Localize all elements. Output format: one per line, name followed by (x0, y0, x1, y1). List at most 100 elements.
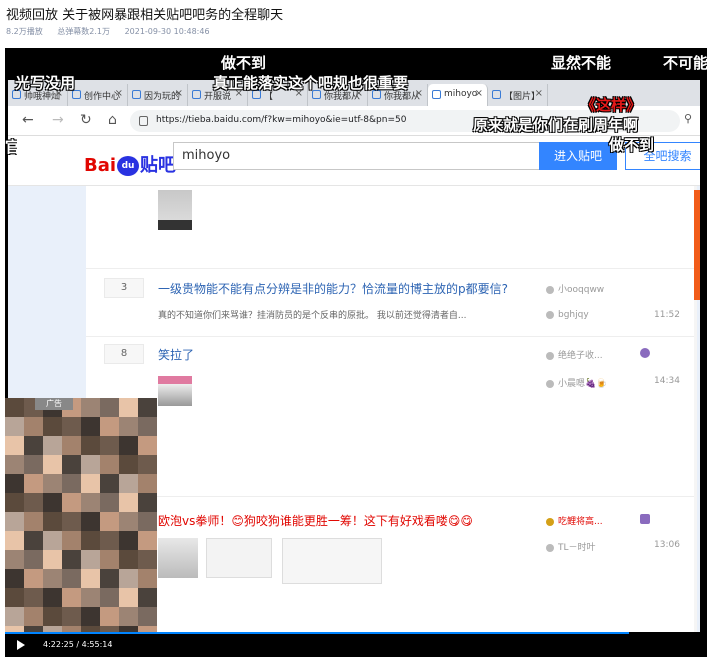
home-icon[interactable]: ⌂ (108, 112, 117, 128)
post-thumbnail[interactable] (158, 376, 192, 384)
danmaku-count: 总弹幕数2.1万 (57, 27, 111, 36)
post-author[interactable]: 小ooqqww (546, 282, 604, 295)
tieba-logo[interactable]: Bai du 贴吧 (84, 151, 176, 177)
mosaic-cell (100, 398, 119, 417)
video-meta: 8.2万播放 总弹幕数2.1万 2021-09-30 10:48:46 (6, 26, 222, 37)
post-title[interactable]: 一级贵物能不能有点分辨是非的能力？恰流量的博主放的p都要信? (158, 280, 508, 297)
mosaic-cell (138, 436, 157, 455)
mosaic-cell (62, 493, 81, 512)
user-icon (546, 517, 554, 526)
reload-icon[interactable]: ↻ (80, 112, 92, 128)
post-thumbnail[interactable] (282, 538, 382, 584)
mosaic-cell (43, 493, 62, 512)
zoom-icon[interactable]: ⚲ (684, 112, 692, 125)
mosaic-cell (138, 531, 157, 550)
mosaic-cell (138, 474, 157, 493)
mosaic-cell (24, 474, 43, 493)
browser-tab-active[interactable]: mihoyo × (428, 84, 488, 106)
member-badge-icon (640, 514, 650, 524)
post-thumbnail[interactable] (206, 538, 272, 578)
close-icon[interactable]: × (115, 88, 123, 99)
close-icon[interactable]: × (175, 88, 183, 99)
tab-favicon-icon (432, 90, 441, 99)
danmaku-comment: 显然不能 (551, 54, 612, 72)
mosaic-cell (138, 569, 157, 588)
mosaic-cell (5, 607, 24, 626)
mosaic-cell (62, 569, 81, 588)
mosaic-cell (24, 512, 43, 531)
post-thumbnail[interactable] (158, 538, 198, 578)
mosaic-cell (43, 474, 62, 493)
mosaic-cell (100, 588, 119, 607)
tab-favicon-icon (132, 90, 141, 99)
reply-icon (546, 379, 554, 388)
last-reply-user[interactable]: bghjqy (546, 310, 589, 320)
mosaic-cell (119, 474, 138, 493)
mosaic-cell (62, 531, 81, 550)
post-abstract: 真的不知道你们来骂谁？挂消防员的是个反串的原批。 我以前还觉得清者自... (158, 311, 467, 321)
video-title: 视频回放 关于被网暴跟相关贴吧吧务的全程聊天 (6, 8, 284, 23)
mosaic-cell (24, 436, 43, 455)
post-author[interactable]: 绝绝子收... (546, 348, 603, 361)
reply-count: 8 (104, 344, 144, 364)
divider (86, 268, 694, 269)
mosaic-cell (138, 550, 157, 569)
tab-favicon-icon (492, 90, 501, 99)
mosaic-cell (43, 512, 62, 531)
close-icon[interactable]: × (415, 88, 423, 99)
post-author[interactable]: 吃鲤将高... (546, 514, 603, 527)
post-title[interactable]: 欧泡vs拳师！😊狗咬狗谁能更胜一筹！这下有好戏看喽😋😋 (158, 512, 473, 529)
mosaic-cell (81, 588, 100, 607)
view-count: 8.2万播放 (6, 27, 43, 36)
mosaic-cell (100, 455, 119, 474)
mosaic-cell (24, 588, 43, 607)
mosaic-cell (24, 531, 43, 550)
post-title[interactable]: 笑拉了 (158, 346, 194, 363)
video-player[interactable]: 帅哦神灿 × 创作中心 × 因为玩的 × 开服说 × 【× 你我都从 × 你我都从 × mi… (5, 48, 707, 657)
mosaic-cell (5, 474, 24, 493)
mosaic-cell (81, 493, 100, 512)
danmaku-comment: 做不到 (221, 54, 267, 72)
mosaic-cell (81, 398, 100, 417)
time-display: 4:22:25 / 4:55:14 (43, 640, 113, 649)
danmaku-comment: 《这样》 (581, 96, 642, 114)
mosaic-cell (100, 436, 119, 455)
mosaic-cell (62, 455, 81, 474)
enter-tieba-button[interactable]: 进入贴吧 (539, 142, 617, 170)
mosaic-cell (43, 550, 62, 569)
mosaic-cell (24, 455, 43, 474)
browser-tab[interactable]: 因为玩的 × (128, 84, 188, 106)
mosaic-cell (43, 455, 62, 474)
mosaic-cell (119, 493, 138, 512)
mosaic-cell (5, 531, 24, 550)
browser-tab[interactable]: 【图片】 × (488, 84, 548, 106)
user-icon (546, 285, 554, 294)
mosaic-cell (119, 569, 138, 588)
mosaic-cell (5, 588, 24, 607)
mosaic-cell (81, 474, 100, 493)
back-arrow-icon[interactable]: ← (22, 112, 34, 128)
mosaic-cell (119, 436, 138, 455)
mosaic-cell (62, 474, 81, 493)
mosaic-cell (5, 512, 24, 531)
forward-arrow-icon[interactable]: → (52, 112, 64, 128)
mosaic-cell (81, 569, 100, 588)
tieba-search-input[interactable]: mihoyo (173, 142, 543, 170)
last-reply-user[interactable]: TL－时叶 (546, 540, 596, 553)
baidu-paw-icon: du (117, 156, 140, 176)
mosaic-cell (62, 588, 81, 607)
mosaic-cell (81, 531, 100, 550)
close-icon[interactable]: × (535, 88, 543, 99)
last-reply-user[interactable]: 小晨嗯🍇🍺 (546, 376, 607, 389)
browser-tab[interactable]: 创作中心 × (68, 84, 128, 106)
post-thumbnail[interactable] (158, 190, 192, 230)
mosaic-cell (81, 436, 100, 455)
play-icon[interactable] (17, 640, 25, 650)
progress-bar[interactable] (5, 632, 630, 634)
mosaic-cell (5, 493, 24, 512)
danmaku-comment: 原来就是你们在刷周年啊 (473, 116, 639, 134)
mosaic-cell (138, 398, 157, 417)
post-thumbnail[interactable] (158, 384, 192, 406)
close-icon[interactable]: × (475, 88, 483, 99)
player-controls: 4:22:25 / 4:55:14 (5, 632, 707, 657)
